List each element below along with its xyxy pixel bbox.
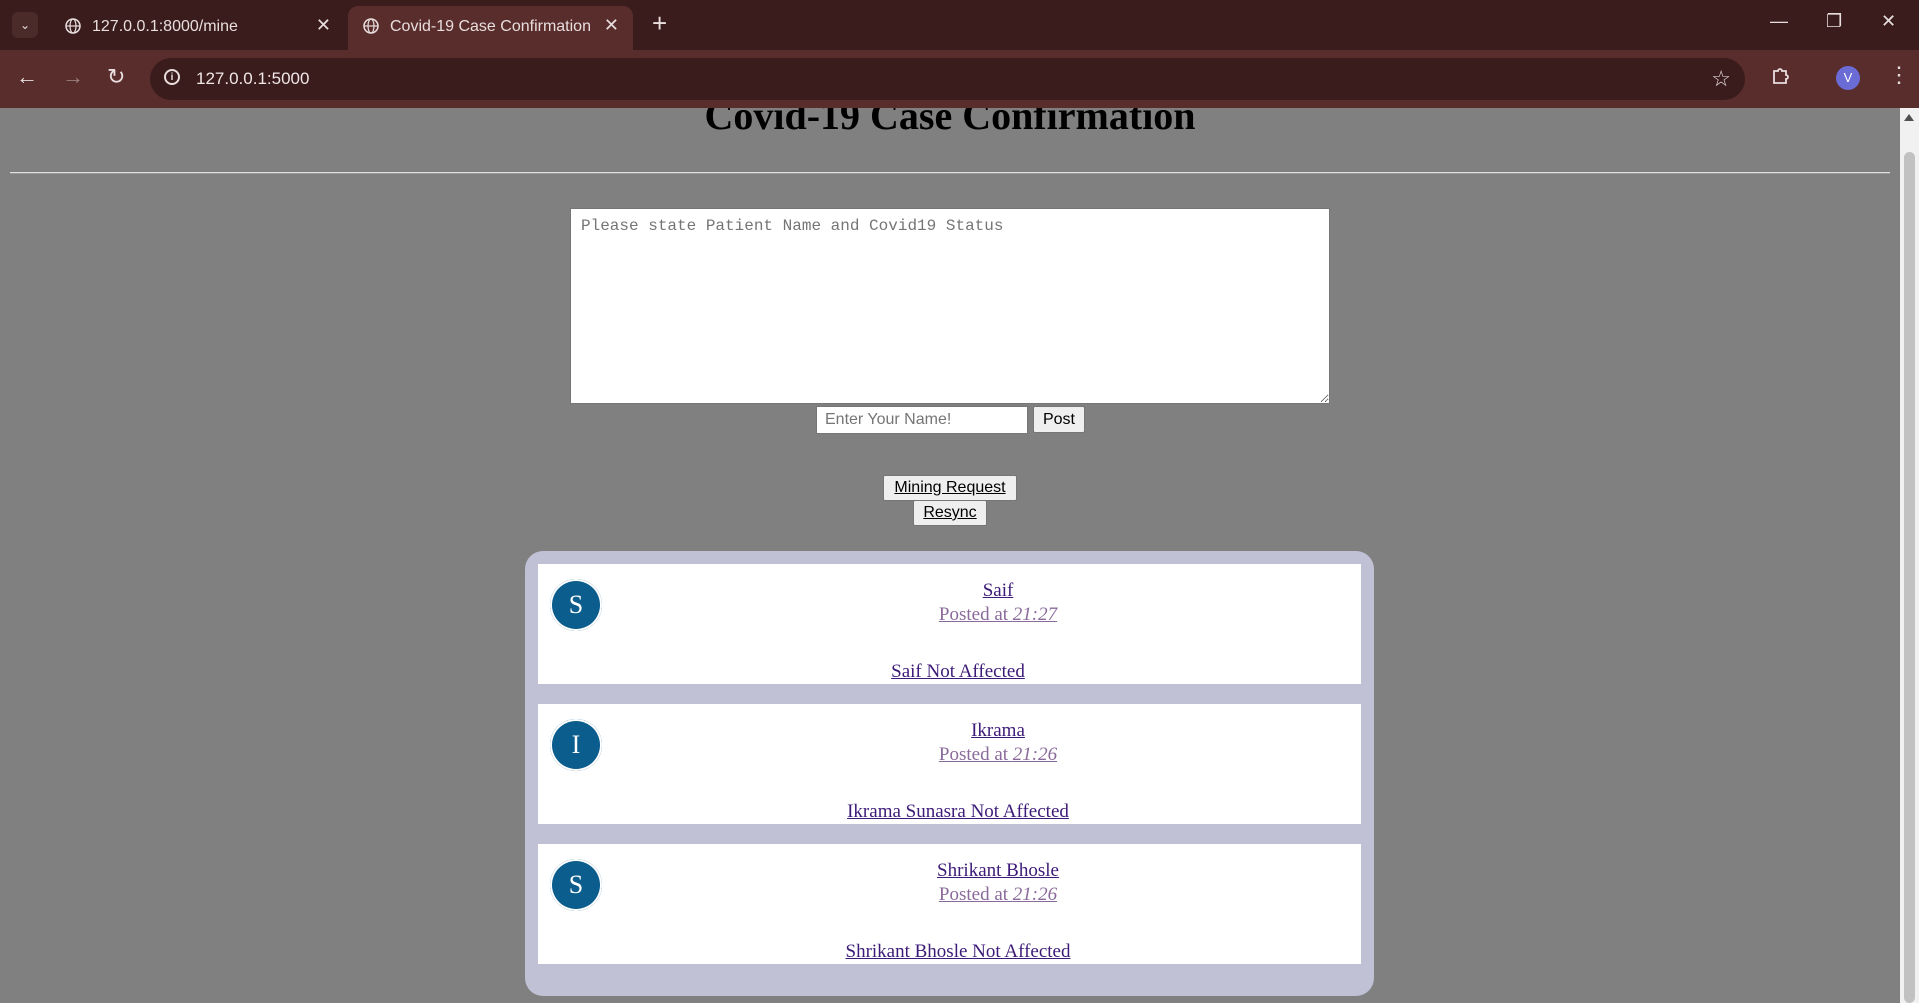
post-card: I Ikrama Posted at 21:26 Ikrama Sunasra … — [538, 704, 1361, 824]
profile-avatar[interactable]: V — [1836, 66, 1860, 90]
browser-toolbar: ← → ↻ i 127.0.0.1:5000 ☆ V ⋮ — [0, 50, 1919, 108]
tab-search-chevron-icon[interactable]: ⌄ — [12, 12, 38, 38]
post-author-link[interactable]: Ikrama — [538, 720, 1458, 742]
post-timestamp[interactable]: Posted at 21:26 — [538, 744, 1458, 766]
tab-title: Covid-19 Case Confirmation — [390, 18, 591, 35]
post-card: S Shrikant Bhosle Posted at 21:26 Shrika… — [538, 844, 1361, 964]
posts-feed: S Saif Posted at 21:27 Saif Not Affected… — [525, 551, 1374, 996]
close-tab-icon[interactable]: ✕ — [604, 15, 619, 36]
name-input[interactable] — [816, 406, 1028, 434]
post-content[interactable]: Saif Not Affected — [891, 661, 1025, 682]
post-card: S Saif Posted at 21:27 Saif Not Affected — [538, 564, 1361, 684]
tab-covid-confirmation[interactable]: Covid-19 Case Confirmation ✕ — [348, 6, 633, 50]
post-author-link[interactable]: Shrikant Bhosle — [538, 860, 1458, 882]
tab-title: 127.0.0.1:8000/mine — [92, 18, 238, 35]
resync-button[interactable]: Resync — [913, 500, 987, 526]
forward-arrow-icon[interactable]: → — [62, 64, 84, 90]
minimize-icon[interactable]: — — [1770, 11, 1788, 32]
post-content[interactable]: Ikrama Sunasra Not Affected — [847, 801, 1069, 822]
post-content-link[interactable]: Ikrama Sunasra Not Affected — [538, 801, 1378, 823]
extensions-puzzle-icon[interactable] — [1770, 64, 1792, 86]
scroll-up-arrow-icon[interactable] — [1904, 114, 1914, 121]
author-name[interactable]: Saif — [983, 580, 1014, 601]
divider — [10, 172, 1890, 174]
author-name[interactable]: Shrikant Bhosle — [937, 860, 1059, 881]
back-arrow-icon[interactable]: ← — [16, 64, 38, 90]
post-timestamp[interactable]: Posted at 21:26 — [538, 884, 1458, 906]
address-bar[interactable]: i 127.0.0.1:5000 ☆ — [150, 58, 1745, 100]
page-scrollbar[interactable] — [1900, 108, 1919, 1003]
restore-icon[interactable]: ❐ — [1826, 11, 1842, 32]
url-text[interactable]: 127.0.0.1:5000 — [196, 69, 309, 89]
posted-prefix: Posted at — [938, 604, 1013, 625]
page-viewport: Covid-19 Case Confirmation Post Mining R… — [0, 108, 1900, 1003]
browser-menu-icon[interactable]: ⋮ — [1888, 64, 1910, 86]
reload-icon[interactable]: ↻ — [107, 64, 125, 90]
post-time: 21:27 — [1012, 604, 1058, 625]
page-title: Covid-19 Case Confirmation — [704, 108, 1196, 138]
post-time: 21:26 — [1012, 884, 1058, 905]
post-content[interactable]: Shrikant Bhosle Not Affected — [846, 941, 1071, 962]
posted-prefix: Posted at — [938, 884, 1013, 905]
post-button[interactable]: Post — [1033, 406, 1085, 433]
author-name[interactable]: Ikrama — [971, 720, 1025, 741]
scrollbar-thumb[interactable] — [1904, 152, 1915, 1003]
new-tab-plus-icon[interactable]: + — [652, 10, 667, 36]
post-timestamp[interactable]: Posted at 21:27 — [538, 604, 1458, 626]
mining-request-button[interactable]: Mining Request — [883, 475, 1017, 501]
close-tab-icon[interactable]: ✕ — [316, 15, 331, 36]
post-content-link[interactable]: Shrikant Bhosle Not Affected — [538, 941, 1378, 963]
post-content-link[interactable]: Saif Not Affected — [538, 661, 1378, 683]
globe-icon — [363, 18, 379, 34]
post-author-link[interactable]: Saif — [538, 580, 1458, 602]
browser-tab-bar: ⌄ 127.0.0.1:8000/mine ✕ Covid-19 Case Co… — [0, 0, 1919, 50]
site-info-icon[interactable]: i — [164, 69, 180, 85]
posted-prefix: Posted at — [938, 744, 1013, 765]
post-time: 21:26 — [1012, 744, 1058, 765]
tab-mine[interactable]: 127.0.0.1:8000/mine ✕ — [50, 6, 345, 50]
close-window-icon[interactable]: ✕ — [1881, 11, 1896, 32]
bookmark-star-icon[interactable]: ☆ — [1711, 66, 1731, 92]
globe-icon — [65, 18, 81, 34]
status-textarea[interactable] — [570, 208, 1330, 404]
